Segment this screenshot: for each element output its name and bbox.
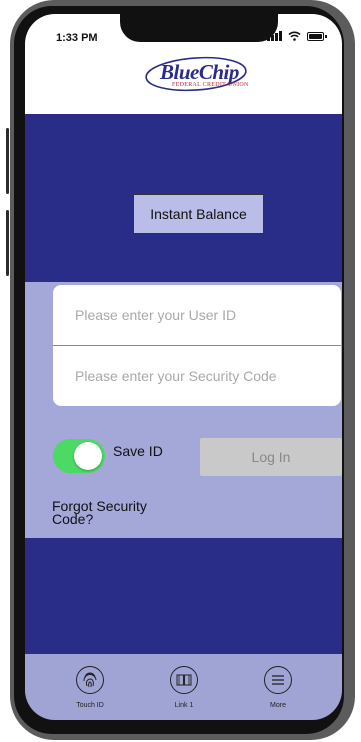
menu-icon [264, 666, 292, 694]
book-icon [170, 666, 198, 694]
volume-down-button [6, 210, 9, 276]
tab-touch-id[interactable]: Touch ID [55, 666, 125, 709]
login-panel: Save ID Log In Forgot Security Code? [25, 282, 342, 538]
user-id-input[interactable] [53, 285, 341, 345]
logo-tagline: FEDERAL CREDIT UNION [172, 82, 249, 88]
wifi-icon [288, 31, 301, 41]
instant-balance-button[interactable]: Instant Balance [133, 194, 264, 234]
credentials-card [53, 285, 341, 406]
app-screen: 1:33 PM BlueChip FEDERAL CREDIT UNION In… [25, 14, 342, 720]
toggle-knob [74, 442, 102, 470]
tab-label: Touch ID [76, 702, 104, 709]
login-button[interactable]: Log In [200, 438, 342, 476]
tab-bar: Touch ID Link 1 More [25, 654, 342, 720]
app-header: 1:33 PM BlueChip FEDERAL CREDIT UNION [25, 14, 342, 114]
volume-up-button [6, 128, 9, 194]
save-id-toggle[interactable] [53, 439, 105, 473]
phone-frame: 1:33 PM BlueChip FEDERAL CREDIT UNION In… [6, 0, 357, 742]
tab-label: Link 1 [174, 702, 194, 709]
status-icons [267, 30, 327, 41]
tab-link-1[interactable]: Link 1 [149, 666, 219, 709]
security-code-input[interactable] [53, 346, 341, 406]
signal-icon [267, 30, 282, 41]
fingerprint-icon [76, 666, 104, 694]
tab-more[interactable]: More [243, 666, 313, 709]
phone-notch [120, 14, 278, 42]
save-id-label: Save ID [113, 443, 163, 459]
status-time: 1:33 PM [56, 32, 98, 44]
bottom-banner [25, 538, 342, 654]
forgot-security-code-link[interactable]: Forgot Security Code? [52, 499, 172, 526]
bluechip-logo: BlueChip FEDERAL CREDIT UNION [144, 54, 254, 104]
top-banner: Instant Balance [25, 114, 342, 282]
tab-label: More [270, 702, 286, 709]
battery-icon [307, 32, 327, 41]
